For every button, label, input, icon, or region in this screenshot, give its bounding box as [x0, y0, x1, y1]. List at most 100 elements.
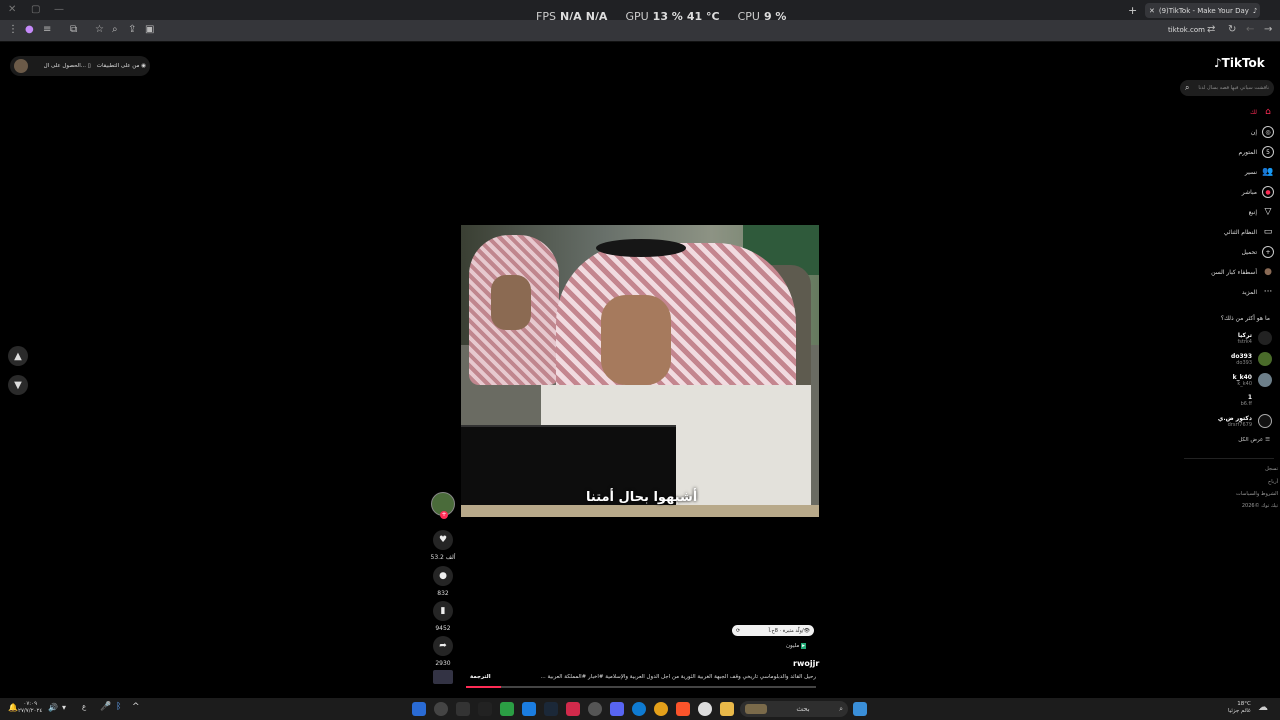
back-icon[interactable]: → — [1264, 24, 1272, 35]
site-settings-icon[interactable]: ⇄ — [1207, 24, 1215, 35]
settings-app-icon[interactable] — [698, 702, 712, 716]
repost-icon: ⟳ — [736, 627, 741, 634]
tiktok-logo[interactable]: ♪TikTok — [1214, 56, 1265, 70]
input-language[interactable]: ع — [82, 703, 86, 711]
sidebar-item-label: إن — [1250, 128, 1257, 136]
creator-avatar[interactable]: + — [431, 492, 455, 519]
notification-bell-icon[interactable]: 🔔 — [8, 703, 18, 712]
reload-icon[interactable]: ↻ — [1228, 24, 1236, 35]
next-video-button[interactable]: ▼ — [8, 375, 28, 395]
sidebar-icon[interactable]: ≡ — [43, 24, 51, 35]
get-app-link[interactable]: الحصول على ال... ▯ — [44, 63, 91, 69]
video-caption: أشبهوا بحال أمتنا — [586, 490, 698, 505]
video-person-center-agal — [596, 239, 686, 257]
sidebar-item-inbox[interactable]: إنبع ▽ — [1200, 206, 1274, 218]
install-app-icon[interactable]: ▣ — [145, 24, 154, 35]
bluetooth-icon[interactable]: ᛒ — [116, 702, 121, 712]
sidebar-item-following[interactable]: المتورم 5 — [1200, 146, 1274, 158]
sidebar-item-explore[interactable]: إن ◎ — [1200, 126, 1274, 138]
like-count: 53.2 ألف — [430, 554, 456, 561]
file-explorer-app-icon[interactable] — [720, 702, 734, 716]
share-button[interactable]: ➦ — [433, 636, 453, 656]
zoom-icon[interactable]: ⌕ — [112, 24, 118, 35]
sidebar-item-friends[interactable]: نسير 👥 — [1200, 166, 1274, 178]
minimize-window-icon[interactable]: — — [54, 4, 64, 15]
suggested-account[interactable]: k_k40 k_k40 — [1200, 373, 1272, 387]
like-button[interactable]: ♥ — [433, 530, 453, 550]
blue-app-icon[interactable] — [522, 702, 536, 716]
info-circle-icon: ◉ — [141, 63, 146, 69]
restore-window-icon[interactable]: ▢ — [31, 4, 40, 15]
from-apps-link[interactable]: من على التطبيقات ◉ — [97, 63, 146, 69]
adobe-app-icon[interactable] — [566, 702, 580, 716]
taskbar-clock[interactable]: ٠٧:٠٩ ٢٧/٧/٢٠٢٤ — [18, 701, 42, 715]
microphone-icon[interactable]: 🎤 — [100, 702, 111, 712]
search-icon[interactable]: ⌕ — [1185, 83, 1189, 93]
media-player-app-icon[interactable] — [434, 702, 448, 716]
forward-icon[interactable]: ← — [1246, 24, 1254, 35]
wifi-icon[interactable]: ▾ — [62, 703, 66, 712]
video-player[interactable]: أشبهوا بحال أمتنا — [461, 225, 819, 517]
share-icon[interactable]: ⇪ — [128, 24, 136, 35]
windows-start-icon[interactable] — [853, 702, 867, 716]
suggested-account[interactable]: دكتور ض.ي drsrf7679 — [1200, 414, 1272, 428]
video-progress-bar[interactable] — [466, 686, 816, 688]
menu-dots-icon[interactable]: ⋮ — [8, 24, 18, 35]
sidebar-item-foryou[interactable]: لك ⌂ — [1200, 106, 1274, 118]
address-bar[interactable]: tiktok.com — [1168, 26, 1205, 34]
author-name[interactable]: rwojjr — [793, 659, 819, 668]
suggested-account[interactable]: 1 b6.ff — [1200, 393, 1272, 407]
taskbar-search[interactable]: بحث ⌕ — [740, 701, 848, 717]
sidebar-item-live[interactable]: مباشر ● — [1200, 186, 1274, 198]
xbox-app-icon[interactable] — [500, 702, 514, 716]
brave-app-icon[interactable] — [676, 702, 690, 716]
sidebar-item-upload[interactable]: تحميل + — [1200, 246, 1274, 258]
sound-pill[interactable]: ⟳ ولّد مثيرة · 8ح.آ/👁 — [732, 625, 814, 636]
save-action: ▮ 9452 — [428, 601, 458, 632]
suggested-account[interactable]: تركيا fstrk4 — [1200, 331, 1272, 345]
tab-tiktok[interactable]: ✕ (9)TikTok - Make Your Day ♪ — [1145, 3, 1260, 18]
vscode-app-icon[interactable] — [412, 702, 426, 716]
close-tab-icon[interactable]: ✕ — [1149, 7, 1155, 15]
sound-disc[interactable] — [428, 670, 458, 684]
comment-button[interactable]: ● — [433, 566, 453, 586]
sidebar-item-profile[interactable]: أسطفاء كبار السن ● — [1200, 266, 1274, 278]
search-input[interactable]: ناقشت سياتي فيها قصه بسال لدنا ⌕ — [1180, 80, 1274, 96]
save-button[interactable]: ▮ — [433, 601, 453, 621]
heart-icon: ♥ — [438, 535, 448, 545]
weather-widget[interactable]: 18°C غائم جزئيا — [1228, 701, 1251, 715]
chatgpt-app-icon[interactable] — [588, 702, 602, 716]
inbox-icon: ▽ — [1264, 207, 1272, 217]
sidebar-item-messages[interactable]: النظام الثنائي ▭ — [1200, 226, 1274, 238]
user-avatar[interactable] — [14, 59, 28, 73]
sidebar-item-label: مباشر — [1241, 188, 1257, 196]
show-hidden-icons-icon[interactable]: ^ — [132, 702, 140, 712]
more-dots-icon: ··· — [1263, 287, 1273, 297]
translate-link[interactable]: الترجمة — [470, 674, 491, 680]
previous-video-button[interactable]: ▲ — [8, 346, 28, 366]
extensions-puzzle-icon[interactable]: ⧉ — [70, 24, 77, 35]
music-disc-icon — [433, 670, 453, 684]
show-all-link[interactable]: عرض الكل ☰ — [1200, 437, 1270, 443]
from-apps-label: من على التطبيقات — [96, 63, 140, 69]
epic-games-app-icon[interactable] — [478, 702, 492, 716]
bookmark-star-icon[interactable]: ☆ — [95, 24, 104, 35]
footer-link[interactable]: الشروط والسياسات — [1226, 491, 1278, 497]
search-placeholder: ناقشت سياتي فيها قصه بسال لدنا — [1198, 85, 1269, 91]
follow-plus-icon[interactable]: + — [440, 511, 448, 519]
edge-app-icon[interactable] — [632, 702, 646, 716]
footer-link[interactable]: أرباح — [1226, 479, 1278, 485]
terminal-app-icon[interactable] — [456, 702, 470, 716]
tab-title: (9)TikTok - Make Your Day — [1158, 6, 1249, 15]
close-window-icon[interactable]: ✕ — [8, 4, 16, 15]
discord-app-icon[interactable] — [610, 702, 624, 716]
new-tab-icon[interactable]: + — [1128, 4, 1137, 17]
steam-app-icon[interactable] — [544, 702, 558, 716]
comment-action: ● 832 — [428, 566, 458, 597]
chrome-app-icon[interactable] — [654, 702, 668, 716]
suggested-account[interactable]: do393 do393 — [1200, 352, 1272, 366]
footer-link[interactable]: تسجل — [1226, 466, 1278, 472]
volume-icon[interactable]: 🔊 — [48, 703, 58, 712]
sidebar-item-more[interactable]: المزيد ··· — [1200, 286, 1274, 298]
extension-icon[interactable]: ● — [25, 24, 34, 35]
